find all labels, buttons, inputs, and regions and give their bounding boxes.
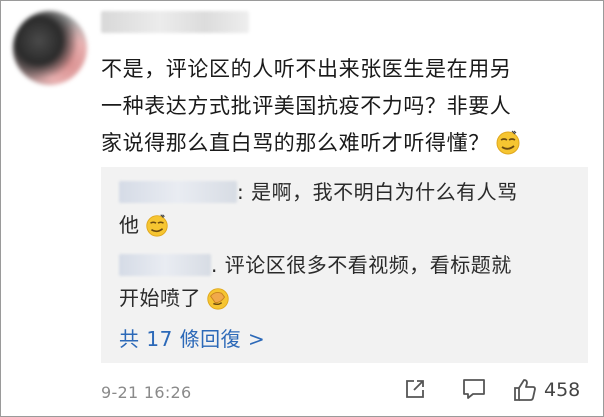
reply-preview-box[interactable]: : 是啊，我不明白为什么有人骂 他 . 评论区很多不看视频，看标题就 开始喷了 [101,167,588,363]
smirk-emoji-icon [494,128,522,168]
reply-line-2: 开始喷了 [119,282,569,321]
comment-line-3-text: 家说得那么直白骂的那么难听才听得懂？ [101,131,490,155]
facepalm-emoji-icon [205,285,231,321]
reply-item[interactable]: . 评论区很多不看视频，看标题就 开始喷了 [119,249,569,321]
reply-text: : 是啊，我不明白为什么有人骂 [237,180,518,204]
like-button[interactable]: 458 [512,377,580,403]
share-button[interactable] [403,377,427,401]
like-count: 458 [544,379,581,401]
more-replies-link[interactable]: 共 17 條回復 > [119,323,265,352]
comment-card: 不是，评论区的人听不出来张医生是在用另 一种表达方式批评美国抗疫不力吗？非要人 … [0,0,604,417]
reply-username-blurred[interactable] [119,181,237,203]
reply-line-1: : 是啊，我不明白为什么有人骂 [119,176,569,209]
comment-line-3: 家说得那么直白骂的那么难听才听得懂？ [101,125,597,168]
comment-line-1: 不是，评论区的人听不出来张医生是在用另 [101,57,512,81]
reply-text-cont: 他 [119,213,140,237]
reply-line-1: . 评论区很多不看视频，看标题就 [119,249,569,282]
comment-icon [463,379,485,399]
smirk-emoji-icon [144,212,170,248]
comment-button[interactable] [461,377,487,401]
username-blurred[interactable] [101,11,249,33]
reply-item[interactable]: : 是啊，我不明白为什么有人骂 他 [119,176,569,248]
avatar[interactable] [13,11,87,85]
reply-line-2: 他 [119,209,569,248]
reply-text-cont: 开始喷了 [119,286,201,310]
reply-text: . 评论区很多不看视频，看标题就 [211,253,512,277]
comment-timestamp: 9-21 16:26 [101,383,192,402]
like-icon [514,379,536,401]
reply-username-blurred[interactable] [119,254,211,276]
comment-body: 不是，评论区的人听不出来张医生是在用另 一种表达方式批评美国抗疫不力吗？非要人 … [101,51,597,168]
share-icon [406,380,424,398]
comment-line-2: 一种表达方式批评美国抗疫不力吗？非要人 [101,94,512,118]
